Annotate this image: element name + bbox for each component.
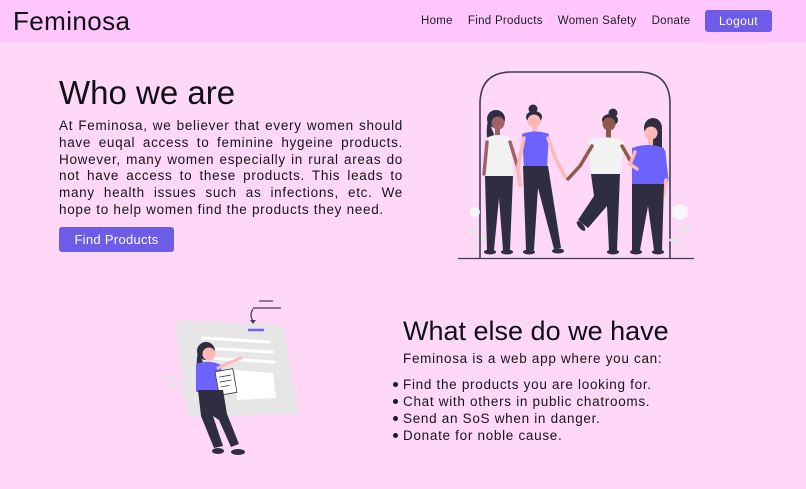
woman-figure-1 xyxy=(482,110,522,255)
woman-3-neck xyxy=(606,129,611,138)
woman-shoe xyxy=(231,449,245,455)
nav-link-find-products[interactable]: Find Products xyxy=(468,15,543,27)
leaf xyxy=(169,384,177,390)
logout-button[interactable]: Logout xyxy=(705,10,772,32)
woman-1-pants xyxy=(485,176,513,250)
nav-link-home[interactable]: Home xyxy=(421,15,453,27)
brand-logo[interactable]: Feminosa xyxy=(13,5,130,37)
right-plant-leaf xyxy=(669,238,677,242)
woman-4-shoe xyxy=(630,249,642,255)
woman-4-top xyxy=(632,145,664,186)
woman-2-right-arm xyxy=(546,136,568,180)
left-plant-leaf xyxy=(467,227,475,233)
woman-4-right-sleeve xyxy=(660,149,669,183)
arrow-head xyxy=(250,320,256,324)
list-item: Chat with others in public chatrooms. xyxy=(393,394,651,409)
nav-links: Home Find Products Women Safety Donate xyxy=(421,0,690,42)
woman-3-shoe xyxy=(607,249,619,255)
woman-4-right-hand xyxy=(662,178,668,196)
woman-4-shoe xyxy=(652,249,664,255)
woman-1-neck xyxy=(495,128,500,136)
navbar: Feminosa Home Find Products Women Safety… xyxy=(0,0,806,42)
right-plant-icon xyxy=(669,204,692,258)
woman-2-face xyxy=(527,114,541,128)
list-item: Find the products you are looking for. xyxy=(393,377,652,392)
woman-2-shoe xyxy=(523,249,535,255)
leaf xyxy=(178,379,184,385)
right-plant-leaf xyxy=(682,226,692,232)
woman-3-left-arm xyxy=(566,144,594,181)
woman-2-pants xyxy=(523,166,561,250)
woman-3-top xyxy=(589,137,624,176)
nav-link-women-safety[interactable]: Women Safety xyxy=(558,15,637,27)
woman-figure-3 xyxy=(566,108,638,255)
woman-4-face xyxy=(644,126,658,140)
woman-3-pants xyxy=(578,174,620,250)
leaf xyxy=(180,391,188,395)
page: Feminosa Home Find Products Women Safety… xyxy=(0,0,806,489)
woman-figure-4 xyxy=(627,118,669,255)
woman-2-shoe xyxy=(552,248,564,254)
woman-with-document-illustration xyxy=(167,300,298,455)
arrow-icon xyxy=(250,300,281,324)
about-description: At Feminosa, we believer that every wome… xyxy=(59,118,403,217)
woman-1-shoe xyxy=(484,249,496,255)
group-of-women-illustration xyxy=(458,71,694,260)
woman-figure-2 xyxy=(516,104,568,255)
woman-shoe xyxy=(212,448,224,454)
about-heading: Who we are xyxy=(59,74,236,111)
woman-3-face xyxy=(602,117,616,131)
woman-4-pants xyxy=(632,184,664,250)
find-products-button[interactable]: Find Products xyxy=(59,227,174,252)
features-list: Find the products you are looking for. C… xyxy=(393,376,652,444)
list-item: Send an SoS when in danger. xyxy=(393,410,652,427)
right-plant-flower xyxy=(672,204,688,220)
nav-link-donate[interactable]: Donate xyxy=(652,15,691,27)
features-heading: What else do we have xyxy=(403,316,669,346)
features-intro: Feminosa is a web app where you can: xyxy=(403,351,663,366)
document-box xyxy=(235,370,276,400)
woman-2-left-arm xyxy=(516,136,526,187)
woman-1-face xyxy=(491,116,505,130)
arrow-curve xyxy=(250,308,254,322)
left-plant-flower xyxy=(470,207,480,217)
woman-1-shoe xyxy=(501,249,513,255)
list-item: Donate for noble cause. xyxy=(393,427,652,444)
woman-face xyxy=(202,347,216,361)
woman-2-top xyxy=(522,131,549,168)
leaf xyxy=(167,375,175,381)
